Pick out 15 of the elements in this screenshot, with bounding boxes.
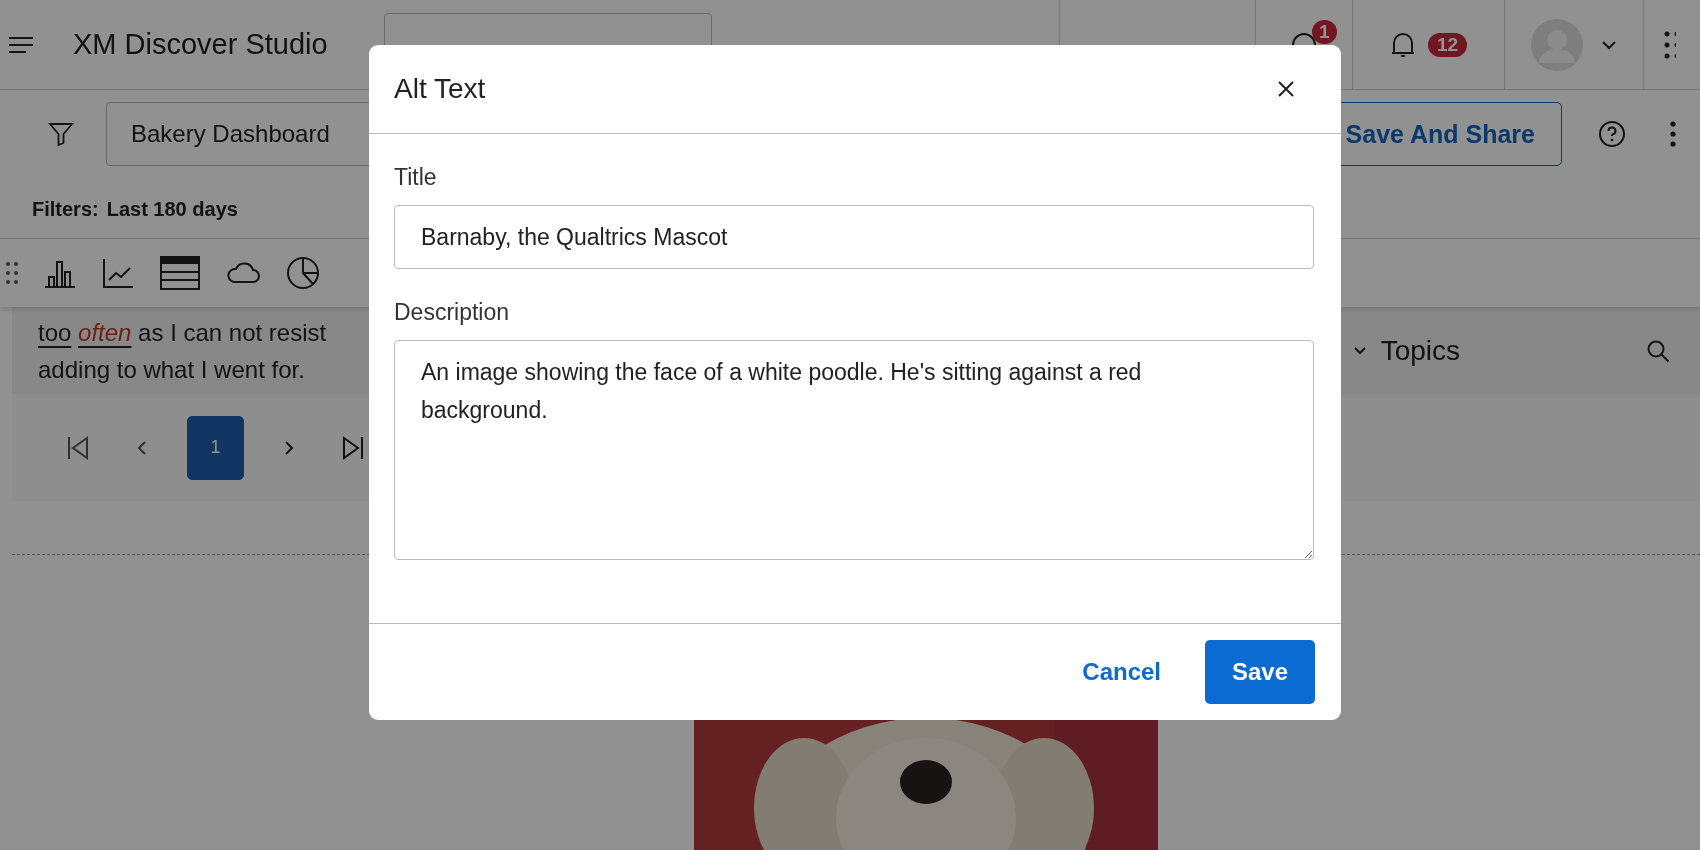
app-title: XM Discover Studio [73, 28, 328, 61]
cancel-button[interactable]: Cancel [1076, 657, 1167, 687]
notification-count: 1 [1312, 19, 1337, 44]
notification-count: 12 [1427, 32, 1468, 57]
page-button[interactable]: 1 [187, 415, 244, 480]
description-textarea[interactable]: An image showing the face of a white poodle. He's sitting against a red background. [394, 340, 1314, 560]
field-label: Title [394, 164, 438, 191]
dialog-title: Alt Text [394, 73, 486, 105]
save-button[interactable]: Save [1205, 640, 1315, 704]
comment-text: too often as I can not resist adding to what I went for. [38, 317, 328, 385]
filters-value: Last 180 days [106, 198, 238, 220]
title-input[interactable]: Barnaby, the Qualtrics Mascot [394, 205, 1314, 269]
filters-label: Filters: [32, 198, 99, 220]
field-label: Description [394, 299, 511, 326]
topics-title: Topics [1380, 334, 1460, 367]
